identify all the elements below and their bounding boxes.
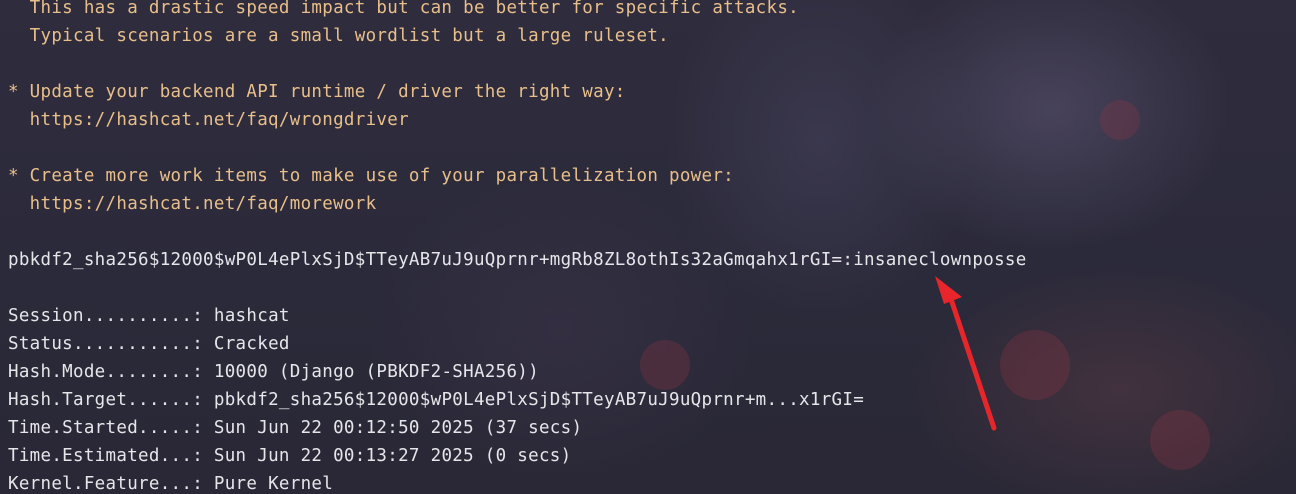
terminal-output[interactable]: This has a drastic speed impact but can …: [0, 0, 1296, 494]
status-row: Hash.Target......: pbkdf2_sha256$12000$w…: [8, 386, 864, 414]
status-value: 10000 (Django (PBKDF2-SHA256)): [213, 362, 539, 382]
status-key: Time.Estimated...:: [8, 446, 204, 466]
status-key: Hash.Target......:: [8, 390, 204, 410]
status-value: Pure Kernel: [213, 474, 334, 494]
status-row: Session..........: hashcat: [8, 302, 290, 330]
status-value: Sun Jun 22 00:12:50 2025 (37 secs): [213, 418, 583, 438]
status-row: Time.Started.....: Sun Jun 22 00:12:50 2…: [8, 414, 582, 442]
status-row: Status...........: Cracked: [8, 330, 290, 358]
advice-line: This has a drastic speed impact but can …: [8, 0, 800, 18]
advice-line: * Update your backend API runtime / driv…: [8, 82, 626, 102]
advice-line: * Create more work items to make use of …: [8, 166, 735, 186]
status-value: hashcat: [213, 306, 290, 326]
status-key: Kernel.Feature...:: [8, 474, 204, 494]
status-row: Kernel.Feature...: Pure Kernel: [8, 470, 333, 494]
status-key: Session..........:: [8, 306, 204, 326]
status-row: Hash.Mode........: 10000 (Django (PBKDF2…: [8, 358, 539, 386]
status-key: Status...........:: [8, 334, 204, 354]
advice-url: https://hashcat.net/faq/morework: [8, 194, 377, 214]
status-key: Time.Started.....:: [8, 418, 204, 438]
status-value: pbkdf2_sha256$12000$wP0L4ePlxSjD$TTeyAB7…: [213, 390, 865, 410]
status-value: Sun Jun 22 00:13:27 2025 (0 secs): [213, 446, 572, 466]
advice-url: https://hashcat.net/faq/wrongdriver: [8, 110, 409, 130]
advice-line: Typical scenarios are a small wordlist b…: [8, 26, 669, 46]
status-key: Hash.Mode........:: [8, 362, 204, 382]
status-value: Cracked: [213, 334, 290, 354]
status-row: Time.Estimated...: Sun Jun 22 00:13:27 2…: [8, 442, 571, 470]
cracked-hash-line: pbkdf2_sha256$12000$wP0L4ePlxSjD$TTeyAB7…: [8, 250, 1027, 270]
